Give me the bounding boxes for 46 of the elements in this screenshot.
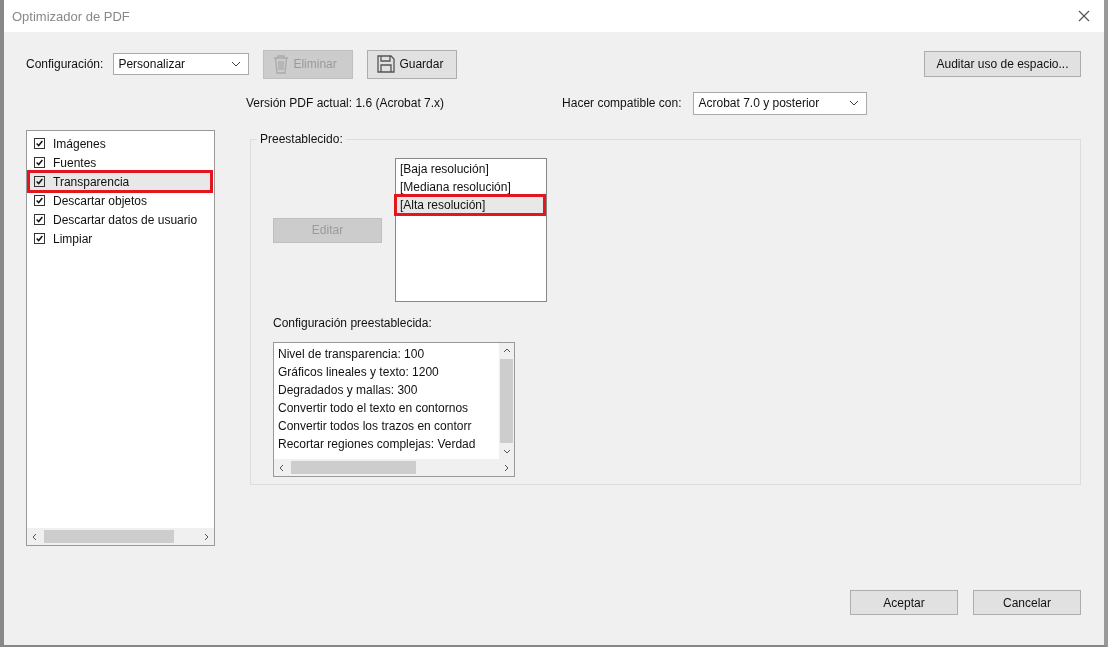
scroll-left-icon[interactable] bbox=[278, 463, 286, 472]
save-button[interactable]: Guardar bbox=[367, 49, 458, 79]
dropdown-caret-icon[interactable] bbox=[849, 100, 860, 106]
scroll-right-icon[interactable] bbox=[502, 463, 510, 472]
checkbox[interactable] bbox=[34, 157, 45, 168]
setting-line: Recortar regiones complejas: Verdad bbox=[278, 436, 477, 453]
scroll-right-icon[interactable] bbox=[202, 532, 210, 541]
dialog-button[interactable]: Aceptar bbox=[850, 590, 958, 615]
settings-dropdown[interactable]: Personalizar bbox=[113, 53, 250, 75]
audit-space-button[interactable]: Auditar uso de espacio... bbox=[924, 51, 1081, 77]
scroll-up-icon[interactable] bbox=[502, 347, 511, 355]
horizontal-scrollbar[interactable] bbox=[27, 528, 214, 545]
category-item[interactable]: Descartar objetos bbox=[29, 191, 214, 210]
checkbox[interactable] bbox=[34, 138, 45, 149]
category-item[interactable]: Fuentes bbox=[29, 153, 214, 172]
checkbox[interactable] bbox=[34, 233, 45, 244]
scroll-down-icon[interactable] bbox=[502, 447, 511, 455]
setting-line: Nivel de transparencia: 100 bbox=[278, 346, 426, 363]
category-item[interactable]: Descartar datos de usuario bbox=[29, 210, 214, 229]
horizontal-scrollbar[interactable] bbox=[274, 459, 514, 476]
close-icon[interactable] bbox=[1078, 10, 1090, 22]
preset-item[interactable]: [Alta resolución] bbox=[396, 196, 544, 214]
preset-item[interactable]: [Baja resolución] bbox=[396, 160, 544, 178]
pdf-version-text: Versión PDF actual: 1.6 (Acrobat 7.x) bbox=[246, 96, 445, 110]
setting-line: Convertir todos los trazos en contorr bbox=[278, 418, 473, 435]
category-item[interactable]: Limpiar bbox=[29, 229, 214, 248]
scroll-left-icon[interactable] bbox=[31, 532, 39, 541]
compatibility-dropdown[interactable]: Acrobat 7.0 y posterior bbox=[693, 91, 868, 115]
preset-legend: Preestablecido: bbox=[257, 132, 346, 146]
preset-item[interactable]: [Mediana resolución] bbox=[396, 178, 544, 196]
dropdown-caret-icon[interactable] bbox=[231, 61, 242, 67]
compat-label: Hacer compatible con: bbox=[562, 96, 682, 110]
setting-line: Degradados y mallas: 300 bbox=[278, 382, 419, 399]
checkbox[interactable] bbox=[34, 214, 45, 225]
vertical-scrollbar[interactable] bbox=[499, 343, 514, 459]
settings-label: Configuración: bbox=[26, 57, 104, 71]
checkbox[interactable] bbox=[34, 195, 45, 206]
trash-icon bbox=[272, 54, 291, 74]
dialog-button[interactable]: Cancelar bbox=[973, 590, 1081, 615]
checkbox[interactable] bbox=[34, 176, 45, 187]
window-title: Optimizador de PDF bbox=[12, 8, 131, 24]
setting-line: Convertir todo el texto en contornos bbox=[278, 400, 470, 417]
category-item[interactable]: Transparencia bbox=[29, 172, 211, 191]
preset-settings-label: Configuración preestablecida: bbox=[273, 316, 433, 330]
setting-line: Gráficos lineales y texto: 1200 bbox=[278, 364, 440, 381]
category-item[interactable]: Imágenes bbox=[29, 134, 214, 153]
